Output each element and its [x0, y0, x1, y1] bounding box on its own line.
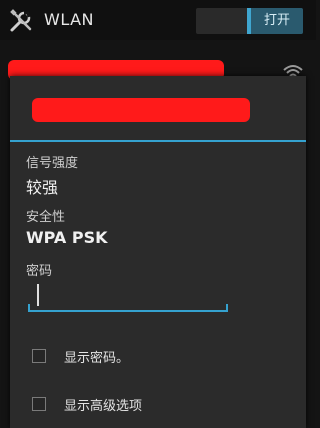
dialog-title	[10, 76, 306, 140]
wrench-screwdriver-icon[interactable]	[8, 8, 34, 34]
page-title: WLAN	[44, 10, 95, 29]
dialog-title-divider	[10, 140, 306, 142]
password-field[interactable]	[28, 282, 228, 312]
show-password-row[interactable]: 显示密码。	[32, 346, 292, 370]
password-label: 密码	[26, 264, 53, 279]
security-value: WPA PSK	[26, 228, 108, 247]
settings-action-bar: WLAN 打开	[0, 0, 316, 40]
show-password-checkbox[interactable]	[32, 349, 46, 363]
signal-strength-label: 信号强度	[26, 156, 79, 171]
advanced-options-row[interactable]: 显示高级选项	[32, 394, 292, 418]
security-label: 安全性	[26, 210, 66, 225]
text-cursor	[37, 284, 39, 306]
wifi-connect-dialog: 信号强度 较强 安全性 WPA PSK 密码 显示密码。 显示高级选项	[10, 76, 306, 428]
wlan-toggle-on-label: 打开	[247, 8, 303, 34]
advanced-options-label: 显示高级选项	[64, 399, 143, 414]
advanced-options-checkbox[interactable]	[32, 397, 46, 411]
signal-strength-value: 较强	[26, 178, 59, 197]
wlan-toggle[interactable]: 打开	[196, 8, 303, 34]
redacted-ssid-title	[32, 98, 250, 122]
show-password-label: 显示密码。	[64, 351, 130, 366]
